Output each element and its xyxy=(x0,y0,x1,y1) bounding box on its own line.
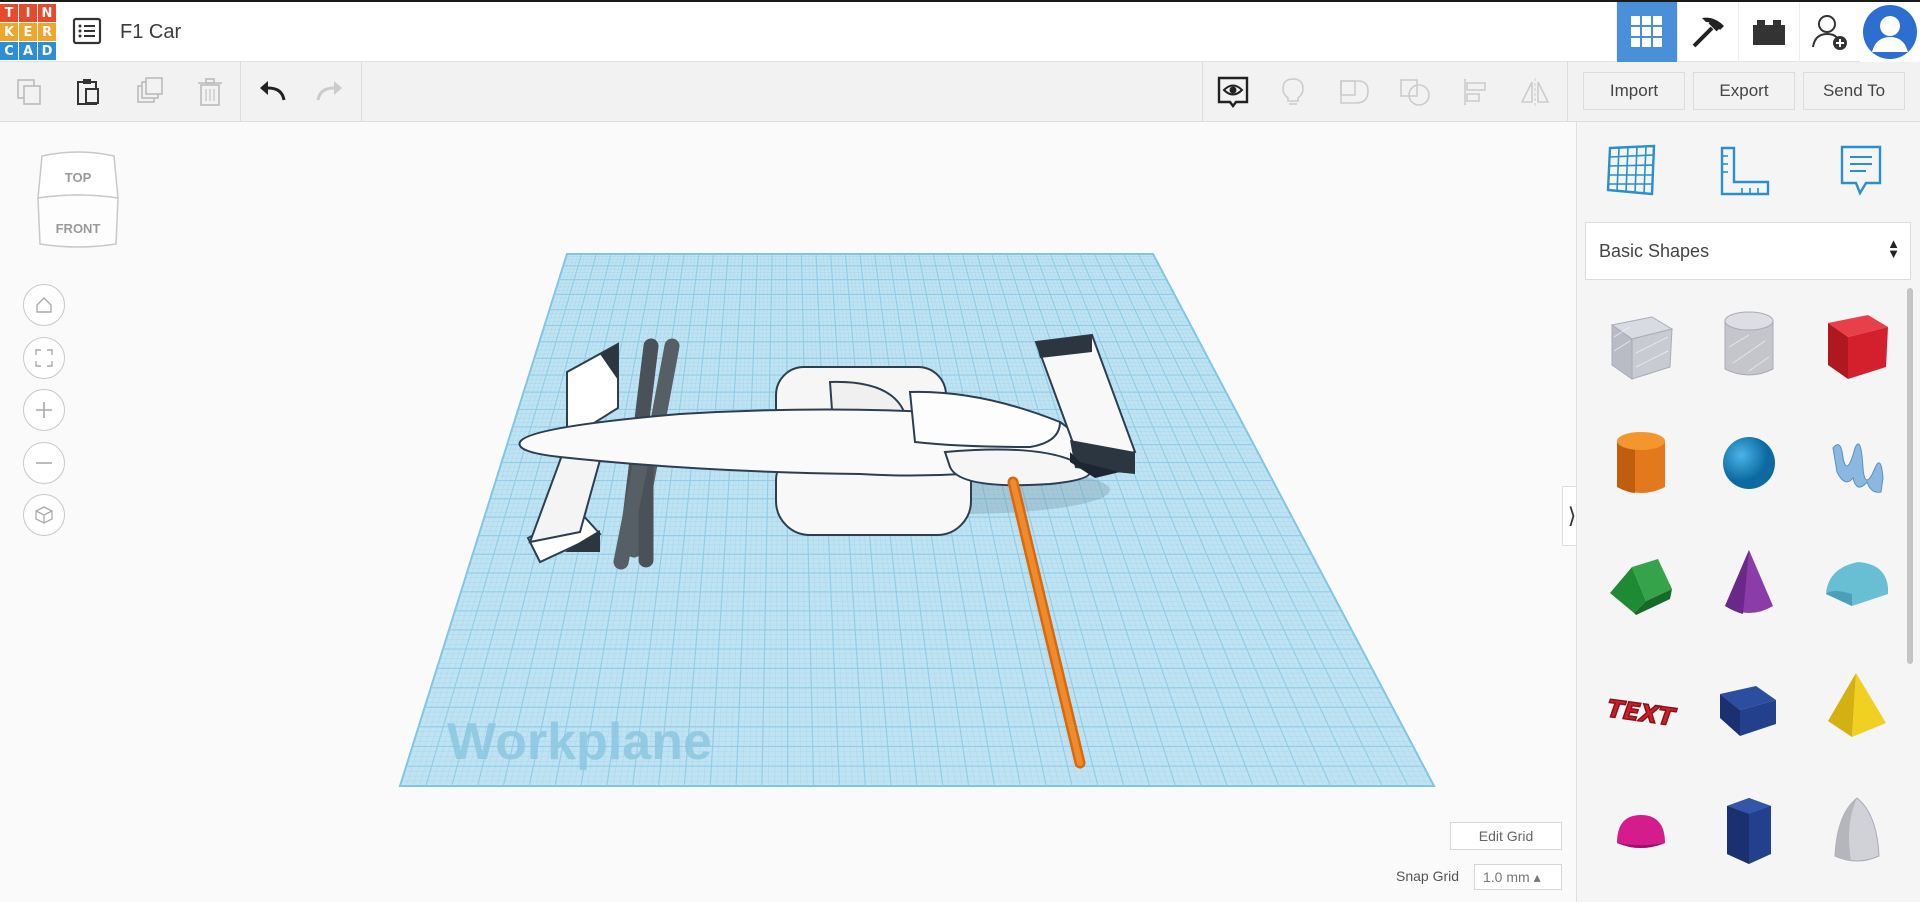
select-arrow-icon: ▲ ▼ xyxy=(1887,236,1900,261)
workplane-label: Workplane xyxy=(447,713,712,771)
design-title[interactable]: F1 Car xyxy=(120,21,181,44)
zoom-out-button[interactable] xyxy=(23,442,65,484)
shape-pyramid[interactable] xyxy=(1817,667,1897,747)
logo-letter: N xyxy=(38,4,56,22)
shape-cylinder[interactable] xyxy=(1601,423,1681,503)
edit-toolbar: Import Export Send To xyxy=(0,62,1920,122)
shape-text-label: TEXT xyxy=(1605,694,1677,731)
export-button[interactable]: Export xyxy=(1693,72,1795,110)
delete-icon[interactable] xyxy=(190,72,230,112)
mirror-icon[interactable] xyxy=(1515,72,1555,112)
copy-icon[interactable] xyxy=(10,72,50,112)
zoom-in-button[interactable] xyxy=(23,389,65,431)
shape-box-hole[interactable] xyxy=(1601,305,1681,385)
ungroup-icon[interactable] xyxy=(1395,72,1435,112)
shape-round-roof[interactable] xyxy=(1817,544,1897,624)
codeblocks-pickaxe-icon[interactable] xyxy=(1677,2,1738,62)
shape-category-label: Basic Shapes xyxy=(1599,240,1710,261)
home-view-button[interactable] xyxy=(23,284,65,326)
shape-wedge[interactable] xyxy=(1709,667,1789,747)
view-cube[interactable]: TOP FRONT xyxy=(36,150,120,248)
workplane[interactable]: Workplane xyxy=(0,122,1574,902)
logo-letter: R xyxy=(38,23,56,41)
shapes-panel: Basic Shapes ▲ ▼ TEXT xyxy=(1576,122,1920,902)
3d-viewport[interactable]: Workplane TOP FRONT Edit Grid Snap Grid … xyxy=(0,122,1582,902)
shape-cone[interactable] xyxy=(1709,544,1789,624)
fit-view-button[interactable] xyxy=(23,337,65,379)
viewcube-top-label[interactable]: TOP xyxy=(36,170,120,185)
redo-icon[interactable] xyxy=(310,72,350,112)
shape-box[interactable] xyxy=(1817,305,1897,385)
shape-category-select[interactable]: Basic Shapes ▲ ▼ xyxy=(1585,222,1911,280)
shape-scribble[interactable] xyxy=(1817,423,1897,503)
logo-letter: E xyxy=(19,23,37,41)
shape-text[interactable]: TEXT xyxy=(1601,672,1681,752)
duplicate-icon[interactable] xyxy=(130,72,170,112)
shape-roof[interactable] xyxy=(1601,544,1681,624)
undo-icon[interactable] xyxy=(252,72,292,112)
snap-grid-select[interactable]: 1.0 mm ▴ xyxy=(1474,864,1562,890)
notes-icon[interactable] xyxy=(1831,142,1891,198)
top-bar: TIN KER CAD F1 Car xyxy=(0,0,1920,62)
shape-cylinder-hole[interactable] xyxy=(1709,305,1789,385)
bricks-icon[interactable] xyxy=(1738,2,1799,62)
group-icon[interactable] xyxy=(1335,72,1375,112)
profile-avatar-icon[interactable] xyxy=(1860,2,1920,62)
ruler-icon[interactable] xyxy=(1715,142,1775,198)
shapes-scrollbar[interactable] xyxy=(1907,288,1913,664)
workplane-grid-icon[interactable] xyxy=(1601,142,1661,198)
shape-half-sphere[interactable] xyxy=(1601,792,1681,872)
logo-letter: T xyxy=(0,4,18,22)
designs-list-icon[interactable] xyxy=(72,16,102,46)
logo-letter: I xyxy=(19,4,37,22)
perspective-button[interactable] xyxy=(23,494,65,536)
show-all-icon[interactable] xyxy=(1213,72,1253,112)
paste-icon[interactable] xyxy=(68,72,108,112)
logo-letter: D xyxy=(38,42,56,60)
logo-letter: C xyxy=(0,42,18,60)
notes-lightbulb-icon[interactable] xyxy=(1273,72,1313,112)
3d-design-icon[interactable] xyxy=(1616,2,1677,62)
invite-user-icon[interactable] xyxy=(1799,2,1860,62)
edit-grid-button[interactable]: Edit Grid xyxy=(1450,822,1562,850)
send-to-button[interactable]: Send To xyxy=(1803,72,1905,110)
shape-polygon[interactable] xyxy=(1709,792,1789,872)
viewcube-front-label[interactable]: FRONT xyxy=(36,221,120,236)
import-button[interactable]: Import xyxy=(1583,72,1685,110)
align-icon[interactable] xyxy=(1456,72,1496,112)
shape-sphere[interactable] xyxy=(1709,423,1789,503)
tinkercad-logo[interactable]: TIN KER CAD xyxy=(0,4,57,61)
logo-letter: A xyxy=(19,42,37,60)
shape-paraboloid[interactable] xyxy=(1817,792,1897,872)
snap-grid-label: Snap Grid xyxy=(1396,868,1460,884)
logo-letter: K xyxy=(0,23,18,41)
